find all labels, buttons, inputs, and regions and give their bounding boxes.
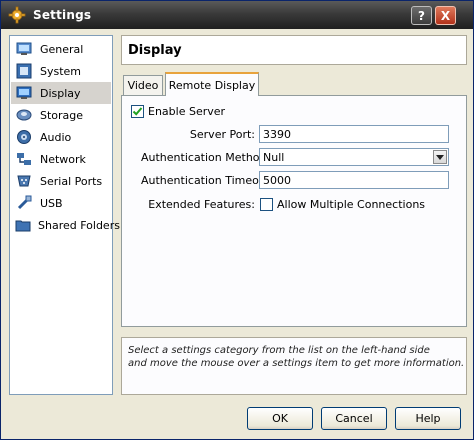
info-line: Select a settings category from the list… [128,345,430,356]
sidebar-item-label: Network [40,152,86,166]
server-port-field[interactable]: 3390 [259,125,449,143]
category-list[interactable]: General System Display Storage Audio Net… [9,35,120,395]
sidebar-item-storage[interactable]: Storage [11,104,111,126]
sidebar-item-general[interactable]: General [11,38,111,60]
sidebar-item-network[interactable]: Network [11,148,111,170]
auth-timeout-field[interactable]: 5000 [259,171,449,189]
help-button-label: Help [415,412,441,425]
page-title: Display [128,42,182,58]
auth-timeout-value: 5000 [263,173,291,187]
cancel-button[interactable]: Cancel [321,407,387,430]
sidebar-item-label: Display [40,86,81,100]
tab-video[interactable]: Video [123,75,163,95]
auth-method-label: Authentication Method: [141,151,271,164]
usb-icon [15,194,33,212]
auth-method-select[interactable]: Null [259,148,449,166]
sidebar-item-audio[interactable]: Audio [11,126,111,148]
sidebar-item-usb[interactable]: USB [11,192,111,214]
monitor-icon [15,40,33,58]
tab-label: Video [127,79,159,92]
ok-button-label: OK [272,412,288,425]
display-icon [15,84,33,102]
sidebar-item-label: Storage [40,108,84,122]
allow-multiple-label: Allow Multiple Connections [277,198,426,211]
network-icon [15,150,33,168]
server-port-value: 3390 [263,127,291,141]
chip-icon [15,62,33,80]
window-title: Settings [33,8,92,22]
sidebar-item-label: System [40,64,82,78]
info-box: Select a settings category from the list… [121,337,467,395]
serial-port-icon [15,172,33,190]
info-line: and move the mouse over a settings item … [128,358,465,369]
help-title-button[interactable]: ? [411,6,432,25]
help-button[interactable]: Help [395,407,461,430]
tab-label: Remote Display [168,78,256,92]
sidebar-item-system[interactable]: System [11,60,111,82]
folder-icon [15,216,31,234]
sidebar-item-label: USB [40,196,63,210]
allow-multiple-checkbox[interactable] [260,198,273,211]
sidebar-item-display[interactable]: Display [11,82,111,104]
sidebar-item-label: Serial Ports [40,174,103,188]
disk-icon [15,106,33,124]
chevron-down-icon[interactable] [433,150,447,164]
auth-method-value: Null [263,150,285,164]
title-bar[interactable]: Settings ? X [1,1,473,29]
extended-features-label: Extended Features: [148,198,255,211]
sidebar-item-shared-folders[interactable]: Shared Folders [11,214,120,236]
server-port-label: Server Port: [189,128,255,141]
enable-server-checkbox[interactable] [131,105,144,118]
sidebar-item-serial-ports[interactable]: Serial Ports [11,170,111,192]
auth-timeout-label: Authentication Timeout: [141,174,274,187]
sidebar-item-label: General [40,42,84,56]
gear-icon [7,5,27,25]
ok-button[interactable]: OK [247,407,313,430]
settings-window: Settings ? X General System Display Stor… [0,0,474,440]
close-button[interactable]: X [435,6,456,25]
cancel-button-label: Cancel [335,412,373,425]
sidebar-item-label: Shared Folders [38,218,120,232]
tab-remote-display[interactable]: Remote Display [165,72,259,96]
page-header: Display [121,35,467,65]
sidebar-item-label: Audio [40,130,72,144]
checkmark-icon [132,107,143,116]
speaker-icon [15,128,33,146]
enable-server-label: Enable Server [148,105,226,118]
